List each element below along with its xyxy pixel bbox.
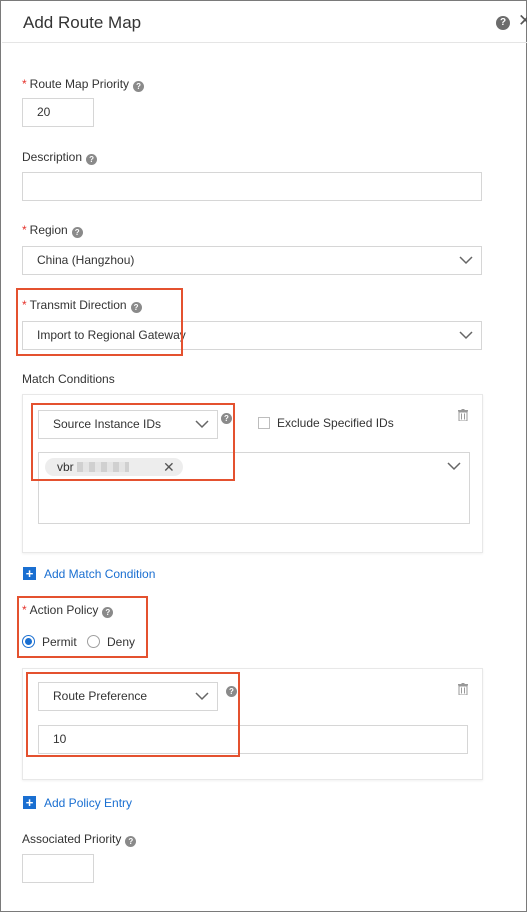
condition-type-selected: Source Instance IDs <box>53 417 162 431</box>
help-icon[interactable]: ? <box>226 686 237 697</box>
policy-type-select[interactable]: Route Preference <box>38 682 218 711</box>
transmit-direction-select[interactable]: Import to Regional Gateway <box>22 321 482 350</box>
transmit-direction-selected: Import to Regional Gateway <box>37 328 186 342</box>
required-marker: * <box>22 298 27 312</box>
associated-priority-label: Associated Priority? <box>22 832 137 847</box>
action-policy-label: * Action Policy? <box>22 603 114 618</box>
dialog-title: Add Route Map <box>23 13 142 32</box>
chevron-down-icon <box>195 420 209 429</box>
priority-input[interactable]: 20 <box>22 98 94 127</box>
action-policy-label-text: Action Policy <box>29 603 99 617</box>
policy-type-selected: Route Preference <box>53 689 148 703</box>
description-input[interactable] <box>22 172 482 201</box>
route-preference-input[interactable]: 10 <box>38 725 468 754</box>
chevron-down-icon <box>459 256 473 265</box>
region-select[interactable]: China (Hangzhou) <box>22 246 482 275</box>
description-label-text: Description <box>22 150 83 164</box>
redacted-id <box>77 462 129 472</box>
plus-icon[interactable]: + <box>23 796 36 809</box>
region-label: * Region? <box>22 223 83 238</box>
trash-icon[interactable] <box>458 409 468 421</box>
instance-id-tag: vbr ✕ <box>45 458 183 476</box>
description-label: Description? <box>22 150 98 165</box>
associated-priority-input[interactable] <box>22 854 94 883</box>
policy-entry-card: Route Preference ? 10 <box>22 668 483 780</box>
region-selected: China (Hangzhou) <box>37 253 135 267</box>
chevron-down-icon <box>459 331 473 340</box>
exclude-ids-checkbox[interactable] <box>258 417 270 429</box>
help-icon[interactable]: ? <box>125 836 137 847</box>
transmit-direction-label-text: Transmit Direction <box>29 298 127 312</box>
radio-permit-label[interactable]: Permit <box>42 635 77 649</box>
priority-label-text: Route Map Priority <box>29 77 130 91</box>
radio-deny[interactable] <box>87 635 100 648</box>
transmit-direction-label: * Transmit Direction? <box>22 298 142 313</box>
match-condition-card: Source Instance IDs ? Exclude Specified … <box>22 394 483 553</box>
condition-type-select[interactable]: Source Instance IDs <box>38 410 218 439</box>
chevron-down-icon <box>447 462 461 471</box>
required-marker: * <box>22 603 27 617</box>
close-icon[interactable]: ✕ <box>518 11 527 31</box>
help-icon[interactable]: ? <box>133 81 145 92</box>
dialog-frame: Add Route Map ? ✕ * Route Map Priority? 2… <box>0 0 527 912</box>
tag-close-icon[interactable]: ✕ <box>163 458 175 476</box>
required-marker: * <box>22 77 27 91</box>
match-conditions-label: Match Conditions <box>22 372 115 386</box>
radio-deny-label[interactable]: Deny <box>107 635 135 649</box>
question-circle-icon[interactable]: ? <box>496 16 510 30</box>
radio-permit[interactable] <box>22 635 35 648</box>
plus-icon[interactable]: + <box>23 567 36 580</box>
help-icon[interactable]: ? <box>71 227 83 238</box>
help-icon[interactable]: ? <box>102 607 114 618</box>
required-marker: * <box>22 223 27 237</box>
help-icon[interactable]: ? <box>130 302 142 313</box>
tag-text: vbr <box>57 460 74 474</box>
region-label-text: Region <box>29 223 68 237</box>
instance-ids-select[interactable]: vbr ✕ <box>38 452 470 524</box>
priority-label: * Route Map Priority? <box>22 77 145 92</box>
add-match-condition-link[interactable]: Add Match Condition <box>44 567 155 581</box>
associated-priority-label-text: Associated Priority <box>22 832 122 846</box>
chevron-down-icon <box>195 692 209 701</box>
exclude-ids-label: Exclude Specified IDs <box>277 416 394 430</box>
add-policy-entry-link[interactable]: Add Policy Entry <box>44 796 132 810</box>
trash-icon[interactable] <box>458 683 468 695</box>
help-icon[interactable]: ? <box>221 413 232 424</box>
dialog-header: Add Route Map ? ✕ <box>2 2 527 43</box>
help-icon[interactable]: ? <box>86 154 98 165</box>
